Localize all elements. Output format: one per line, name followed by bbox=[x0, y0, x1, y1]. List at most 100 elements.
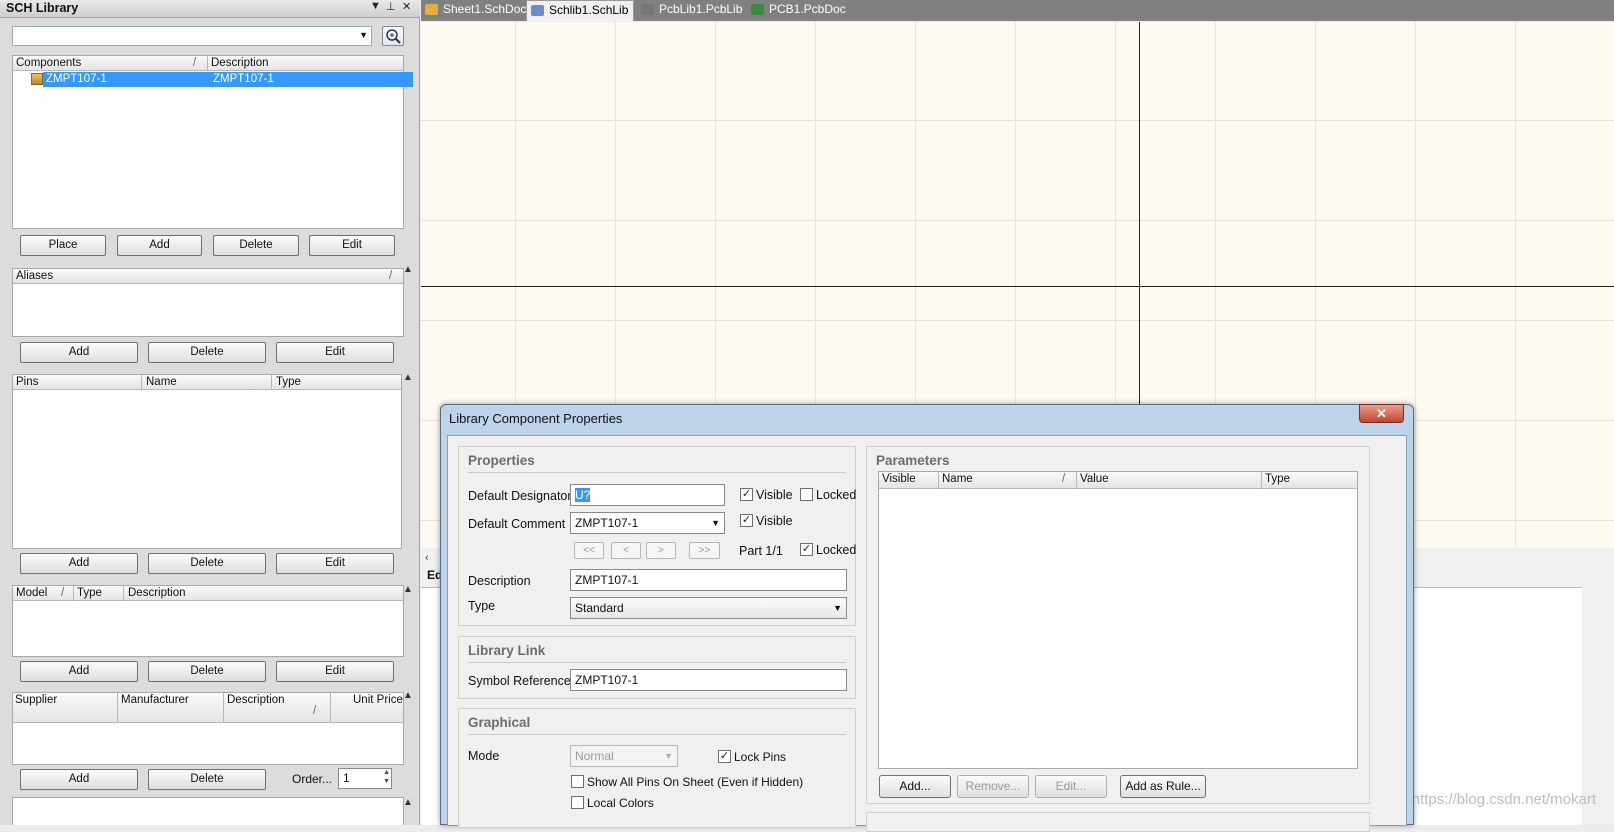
filter-combobox[interactable]: ▼ bbox=[12, 26, 372, 46]
designator-visible-checkbox[interactable]: ✓ bbox=[740, 488, 753, 501]
chevron-down-icon[interactable]: ▼ bbox=[359, 30, 368, 40]
suppliers-grid: Supplier Manufacturer Description / Unit… bbox=[12, 692, 404, 765]
search-button[interactable] bbox=[382, 26, 404, 46]
col-value[interactable]: Value bbox=[1080, 473, 1109, 485]
place-button[interactable]: Place bbox=[20, 235, 106, 256]
add-alias-button[interactable]: Add bbox=[20, 342, 138, 363]
designator-locked-checkbox[interactable] bbox=[800, 488, 813, 501]
chevron-down-icon[interactable]: ▼ bbox=[833, 598, 842, 618]
delete-alias-button[interactable]: Delete bbox=[148, 342, 266, 363]
col-description[interactable]: Description bbox=[128, 587, 186, 599]
table-row[interactable]: ZMPT107-1 ZMPT107-1 bbox=[43, 72, 413, 87]
edit-pin-button[interactable]: Edit bbox=[276, 553, 394, 574]
col-supplier[interactable]: Supplier bbox=[15, 694, 57, 706]
add-parameter-button[interactable]: Add... bbox=[879, 775, 951, 798]
show-all-pins-checkbox[interactable] bbox=[571, 775, 584, 788]
local-colors-checkbox[interactable] bbox=[571, 796, 584, 809]
add-component-button[interactable]: Add bbox=[117, 235, 202, 256]
collapse-up-icon[interactable]: ▲ bbox=[403, 264, 413, 275]
part-locked-checkbox[interactable]: ✓ bbox=[800, 543, 813, 556]
lock-pins-checkbox[interactable]: ✓ bbox=[718, 750, 731, 763]
designator-input[interactable]: U? bbox=[570, 484, 725, 506]
pin-icon[interactable]: ⊥ bbox=[386, 0, 396, 13]
panel-title: SCH Library bbox=[6, 1, 79, 15]
visible-label: Visible bbox=[756, 488, 793, 502]
collapse-up-icon[interactable]: ▲ bbox=[403, 584, 413, 595]
delete-supplier-button[interactable]: Delete bbox=[148, 769, 266, 790]
col-name[interactable]: Name bbox=[146, 376, 177, 388]
add-supplier-button[interactable]: Add bbox=[20, 769, 138, 790]
add-model-button[interactable]: Add bbox=[20, 661, 138, 682]
edit-component-button[interactable]: Edit bbox=[309, 235, 395, 256]
col-model[interactable]: Model bbox=[16, 587, 47, 599]
order-quantity-stepper[interactable]: 1 ▲ ▼ bbox=[338, 768, 392, 789]
col-pins[interactable]: Pins bbox=[16, 376, 38, 388]
col-aliases[interactable]: Aliases bbox=[16, 270, 53, 282]
edit-parameter-button[interactable]: Edit... bbox=[1035, 775, 1107, 798]
next-part-button[interactable]: > bbox=[646, 542, 676, 559]
sort-icon: / bbox=[389, 270, 393, 282]
panel-title-bar: SCH Library ▼ ⊥ ✕ bbox=[0, 0, 420, 18]
collapse-up-icon[interactable]: ▲ bbox=[403, 690, 413, 701]
sort-icon: / bbox=[1062, 473, 1066, 485]
mode-value: Normal bbox=[575, 749, 614, 763]
tab-sheet1-schdoc[interactable]: Sheet1.SchDoc bbox=[421, 0, 526, 21]
scroll-left-icon[interactable]: ‹ bbox=[425, 552, 429, 564]
col-description[interactable]: Description bbox=[211, 57, 269, 69]
dialog-title: Library Component Properties bbox=[449, 411, 623, 426]
type-value: Standard bbox=[575, 601, 624, 615]
delete-model-button[interactable]: Delete bbox=[148, 661, 266, 682]
tab-pcblib1-pcblib[interactable]: PcbLib1.PcbLib bbox=[637, 0, 742, 21]
spin-arrows-icon[interactable]: ▲ ▼ bbox=[383, 768, 390, 786]
part-indicator: Part 1/1 bbox=[739, 544, 783, 558]
prev-part-button[interactable]: < bbox=[611, 542, 641, 559]
mode-select[interactable]: Normal ▼ bbox=[570, 745, 678, 767]
edit-model-button[interactable]: Edit bbox=[276, 661, 394, 682]
close-button[interactable]: ✕ bbox=[1359, 404, 1404, 423]
delete-pin-button[interactable]: Delete bbox=[148, 553, 266, 574]
tab-schlib1-schlib[interactable]: Schlib1.SchLib * bbox=[526, 0, 634, 36]
add-as-rule-button[interactable]: Add as Rule... bbox=[1120, 775, 1206, 798]
parameters-header: Visible Name / Value Type bbox=[879, 472, 1357, 489]
col-type[interactable]: Type bbox=[77, 587, 102, 599]
delete-component-button[interactable]: Delete bbox=[213, 235, 299, 256]
col-type[interactable]: Type bbox=[1265, 473, 1290, 485]
tab-pcb1-pcbdoc[interactable]: PCB1.PcbDoc bbox=[747, 0, 847, 21]
library-link-title: Library Link bbox=[468, 643, 546, 658]
origin-axis-horizontal bbox=[421, 286, 1614, 287]
col-manufacturer[interactable]: Manufacturer bbox=[121, 694, 189, 706]
schematic-doc-icon bbox=[425, 4, 438, 15]
edit-alias-button[interactable]: Edit bbox=[276, 342, 394, 363]
first-part-button[interactable]: << bbox=[574, 542, 604, 559]
tab-label: PcbLib1.PcbLib bbox=[659, 2, 743, 16]
close-icon[interactable]: ✕ bbox=[402, 0, 411, 13]
comment-visible-checkbox[interactable]: ✓ bbox=[740, 514, 753, 527]
description-input[interactable]: ZMPT107-1 bbox=[570, 569, 847, 591]
remove-parameter-button[interactable]: Remove... bbox=[957, 775, 1029, 798]
symbol-reference-input[interactable]: ZMPT107-1 bbox=[570, 669, 847, 691]
parameters-grid: Visible Name / Value Type bbox=[878, 471, 1358, 769]
comment-combobox[interactable]: ZMPT107-1 ▼ bbox=[570, 512, 725, 534]
aliases-grid: Aliases / bbox=[12, 268, 404, 337]
watermark: https://blog.csdn.net/mokart bbox=[1411, 791, 1596, 808]
chevron-down-icon[interactable]: ▼ bbox=[711, 513, 720, 533]
type-select[interactable]: Standard ▼ bbox=[570, 597, 847, 619]
type-label: Type bbox=[468, 599, 496, 613]
col-components[interactable]: Components bbox=[16, 57, 81, 69]
add-pin-button[interactable]: Add bbox=[20, 553, 138, 574]
pins-grid: Pins Name Type bbox=[12, 374, 402, 549]
comment-label: Default Comment bbox=[468, 517, 566, 531]
last-part-button[interactable]: >> bbox=[689, 542, 720, 559]
collapse-up-icon[interactable]: ▲ bbox=[403, 797, 413, 808]
col-description[interactable]: Description bbox=[227, 694, 285, 706]
panel-menu-icon[interactable]: ▼ bbox=[370, 0, 381, 12]
sort-icon: / bbox=[313, 705, 317, 717]
col-name[interactable]: Name bbox=[942, 473, 973, 485]
collapse-up-icon[interactable]: ▲ bbox=[403, 372, 413, 383]
document-tab-bar: Sheet1.SchDoc Schlib1.SchLib * PcbLib1.P… bbox=[421, 0, 1614, 36]
col-unit-price[interactable]: Unit Price bbox=[353, 694, 403, 706]
visible-label: Visible bbox=[756, 514, 793, 528]
comment-value: ZMPT107-1 bbox=[575, 516, 639, 530]
col-visible[interactable]: Visible bbox=[882, 473, 916, 485]
col-type[interactable]: Type bbox=[276, 376, 301, 388]
